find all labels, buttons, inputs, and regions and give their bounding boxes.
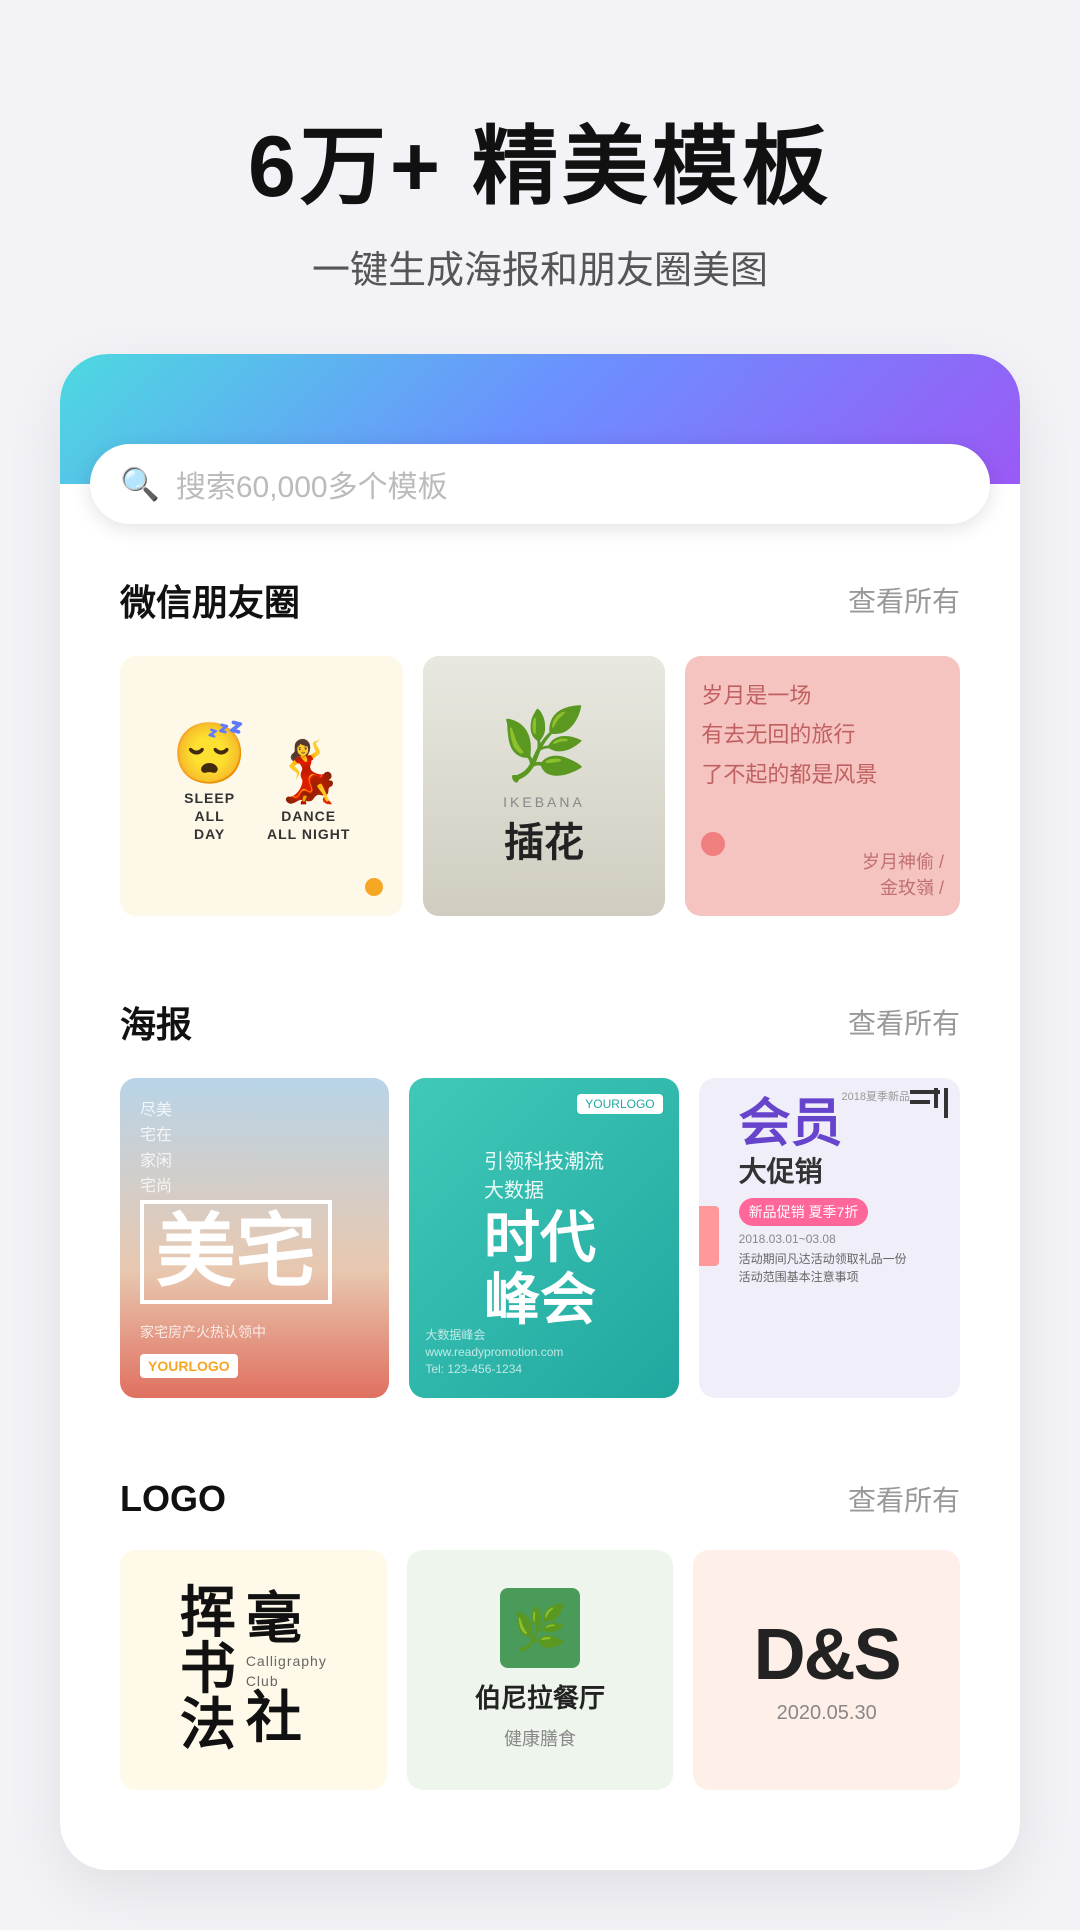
promo-text: 活动期间凡达活动领取礼品一份活动范围基本注意事项 bbox=[739, 1250, 944, 1286]
poster-section-title: 海报 bbox=[120, 996, 192, 1048]
search-icon: 🔍 bbox=[120, 465, 160, 503]
corner-decoration bbox=[910, 1088, 950, 1133]
dance-label: DANCEALL NIGHT bbox=[267, 807, 350, 843]
ds-logo-date: 2020.05.30 bbox=[777, 1702, 877, 1725]
member-subtitle: 大促销 bbox=[739, 1150, 944, 1190]
poster-section-header: 海报 查看所有 bbox=[120, 996, 960, 1048]
search-placeholder: 搜索60,000多个模板 bbox=[176, 462, 448, 506]
wechat-section-title: 微信朋友圈 bbox=[120, 574, 300, 626]
hero-subtitle: 一键生成海报和朋友圈美图 bbox=[60, 239, 1020, 294]
poster-summit-top: 引领科技潮流 bbox=[484, 1145, 604, 1174]
yourlogo-1: YOURLOGO bbox=[140, 1354, 238, 1378]
pink-arrow-deco bbox=[699, 1206, 719, 1266]
leaf-icon: 🌿 bbox=[500, 1588, 580, 1668]
logo-see-all[interactable]: 查看所有 bbox=[848, 1479, 960, 1519]
dance-character: 💃 DANCEALL NIGHT bbox=[267, 736, 350, 843]
hero-title: 6万+ 精美模板 bbox=[60, 120, 1020, 215]
poem-text: 岁月是一场 有去无回的旅行 了不起的都是风景 bbox=[701, 676, 877, 795]
logo-section: LOGO 查看所有 挥 书 法 毫 Calli bbox=[60, 1428, 1020, 1820]
plant-icon: 🌿 bbox=[500, 704, 587, 786]
search-bar[interactable]: 🔍 搜索60,000多个模板 bbox=[90, 444, 990, 524]
poster-summit-main: 时代峰会 bbox=[484, 1207, 596, 1330]
poster-see-all[interactable]: 查看所有 bbox=[848, 1002, 960, 1042]
wechat-section: 微信朋友圈 查看所有 😴 SLEEPALLDAY 💃 DANCEALL NIGH… bbox=[60, 524, 1020, 946]
poster-summit-footer: 大数据峰会 www.readypromotion.com Tel: 123-45… bbox=[425, 1327, 662, 1377]
orange-dot bbox=[365, 878, 383, 896]
poster-meizhai-title: 美宅 bbox=[140, 1200, 332, 1304]
yourlogo-2: YOURLOGO bbox=[577, 1094, 662, 1114]
restaurant-name: 伯尼拉餐厅 bbox=[475, 1678, 605, 1715]
ikebana-image: 🌿 IKEBANA 插花 bbox=[423, 656, 666, 916]
logo-grid: 挥 书 法 毫 Calligraphy Club 社 bbox=[120, 1550, 960, 1790]
poem-author: 岁月神偷 / 金玫嶺 / bbox=[862, 848, 944, 900]
logo-card-restaurant[interactable]: 🌿 伯尼拉餐厅 健康膳食 bbox=[407, 1550, 674, 1790]
sleep-label: SLEEPALLDAY bbox=[184, 789, 235, 844]
poster-card-summit[interactable]: YOURLOGO 引领科技潮流 大数据 时代峰会 大数据峰会 www.ready… bbox=[409, 1078, 678, 1398]
app-card: 🔍 搜索60,000多个模板 微信朋友圈 查看所有 😴 SLEEPALLDAY bbox=[60, 354, 1020, 1870]
sale-badge: 新品促销 夏季7折 bbox=[739, 1198, 869, 1226]
logo-card-calligraphy[interactable]: 挥 书 法 毫 Calligraphy Club 社 bbox=[120, 1550, 387, 1790]
wechat-card-ikebana[interactable]: 🌿 IKEBANA 插花 bbox=[423, 656, 666, 916]
ds-logo-text: D&S bbox=[754, 1614, 900, 1696]
wechat-section-header: 微信朋友圈 查看所有 bbox=[120, 574, 960, 626]
logo-section-title: LOGO bbox=[120, 1478, 226, 1520]
season-tag: 2018夏季新品 bbox=[842, 1088, 910, 1104]
poster-section: 海报 查看所有 尽美 宅在 家闲 宅尚 美宅 bbox=[60, 946, 1020, 1428]
logo-section-header: LOGO 查看所有 bbox=[120, 1478, 960, 1520]
pink-dot bbox=[701, 832, 725, 856]
poster-card-member[interactable]: 2018夏季新品 会员 大促销 新品促销 夏季7折 20 bbox=[699, 1078, 960, 1398]
poster-card-meizhai[interactable]: 尽美 宅在 家闲 宅尚 美宅 家宅房产火热认领中 YOURLOGO bbox=[120, 1078, 389, 1398]
sleep-dance-chars: 😴 SLEEPALLDAY 💃 DANCEALL NIGHT bbox=[172, 718, 350, 844]
poster-subtitle: 家宅房产火热认领中 bbox=[140, 1321, 369, 1343]
poster-grid: 尽美 宅在 家闲 宅尚 美宅 家宅房产火热认领中 YOURLOGO bbox=[120, 1078, 960, 1398]
calligraphy-club-label: Calligraphy Club bbox=[246, 1652, 327, 1691]
calligraphy-brush: 挥 bbox=[180, 1586, 236, 1642]
wechat-card-poem[interactable]: 岁月是一场 有去无回的旅行 了不起的都是风景 岁月神偷 / 金玫嶺 / bbox=[685, 656, 960, 916]
ikebana-label-zh: 插花 bbox=[504, 810, 584, 868]
wechat-card-sleep-dance[interactable]: 😴 SLEEPALLDAY 💃 DANCEALL NIGHT bbox=[120, 656, 403, 916]
hero-section: 6万+ 精美模板 一键生成海报和朋友圈美图 bbox=[0, 0, 1080, 354]
logo-card-ds[interactable]: D&S 2020.05.30 bbox=[693, 1550, 960, 1790]
restaurant-sub: 健康膳食 bbox=[504, 1725, 576, 1751]
wechat-grid: 😴 SLEEPALLDAY 💃 DANCEALL NIGHT 🌿 bbox=[120, 656, 960, 916]
card-content: 微信朋友圈 查看所有 😴 SLEEPALLDAY 💃 DANCEALL NIGH… bbox=[60, 524, 1020, 1870]
promo-date: 2018.03.01~03.08 bbox=[739, 1232, 944, 1246]
wechat-see-all[interactable]: 查看所有 bbox=[848, 580, 960, 620]
sleep-character: 😴 SLEEPALLDAY bbox=[172, 718, 247, 844]
ikebana-label-en: IKEBANA bbox=[503, 794, 585, 810]
